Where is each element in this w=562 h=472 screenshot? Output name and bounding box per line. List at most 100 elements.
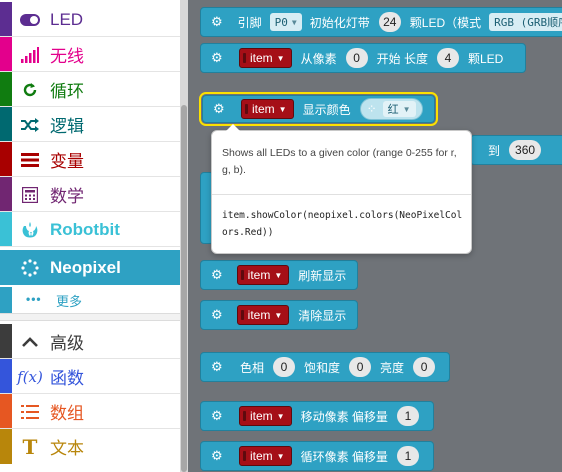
- chevron-down-icon: ▼: [276, 451, 285, 461]
- category-color-bar: [0, 250, 12, 285]
- block-text: 显示颜色: [302, 102, 351, 117]
- toolbox-scrollbar-thumb[interactable]: [181, 105, 187, 472]
- category-advanced[interactable]: 高级: [0, 324, 180, 359]
- neopixel-icon: ⚙: [211, 14, 223, 29]
- category-neopixel-more[interactable]: ••• 更多: [0, 287, 180, 313]
- variable-item-dropdown[interactable]: item ▼: [239, 48, 292, 68]
- block-text: 色相: [240, 360, 265, 375]
- function-icon: f(x): [17, 367, 43, 386]
- block-text: 从像素: [300, 51, 337, 66]
- category-label: Neopixel: [50, 257, 121, 277]
- category-color-bar: [0, 107, 12, 142]
- rebel-icon: [18, 218, 42, 242]
- category-label: 循环: [50, 82, 84, 101]
- category-robotbit[interactable]: Robotbit: [0, 212, 180, 247]
- variable-item-dropdown[interactable]: item ▼: [239, 446, 292, 466]
- category-radio[interactable]: 无线: [0, 37, 180, 72]
- variable-item-dropdown[interactable]: item ▼: [239, 406, 292, 426]
- block-text: 亮度: [380, 360, 405, 375]
- category-functions[interactable]: f(x) 函数: [0, 359, 180, 394]
- toolbox-divider: [0, 313, 180, 321]
- length-input[interactable]: 4: [428, 48, 459, 68]
- chevron-down-icon: ▼: [274, 270, 283, 280]
- block-text: 初始化灯带: [309, 15, 370, 30]
- tooltip-arrow: [226, 124, 240, 131]
- neopixel-icon: ⚙: [211, 50, 223, 65]
- block-show[interactable]: ⚙ item ▼ 刷新显示: [200, 260, 358, 290]
- block-hsl[interactable]: ⚙ 色相 0 饱和度 0 亮度 0: [200, 352, 450, 382]
- category-color-bar: [0, 287, 12, 313]
- variable-name: item: [247, 268, 271, 282]
- category-label: 无线: [50, 47, 84, 66]
- block-text: 循环像素 偏移量: [300, 449, 388, 464]
- category-logic[interactable]: 逻辑: [0, 107, 180, 142]
- dots-icon: •••: [26, 292, 42, 306]
- category-color-bar: [0, 72, 12, 107]
- offset-input[interactable]: 1: [388, 446, 419, 466]
- ordered-list-icon: [18, 400, 42, 424]
- variable-item-dropdown[interactable]: item ▼: [236, 265, 290, 285]
- neopixel-icon: ⚙: [211, 307, 223, 322]
- variable-name: item: [250, 449, 273, 463]
- text-t-icon: T: [22, 434, 38, 459]
- category-loops[interactable]: 循环: [0, 72, 180, 107]
- calculator-icon: [18, 183, 42, 207]
- category-math[interactable]: 数学: [0, 177, 180, 212]
- category-label: 逻辑: [50, 117, 84, 136]
- refresh-icon: [18, 78, 42, 102]
- color-value: 红: [387, 104, 399, 116]
- dotted-circle-icon: [18, 256, 42, 280]
- variable-item-dropdown[interactable]: item ▼: [241, 99, 294, 119]
- block-clear[interactable]: ⚙ item ▼ 清除显示: [200, 300, 358, 330]
- block-neopixel-create[interactable]: ⚙ 引脚 P0 ▼ 初始化灯带 24 颗LED（模式 RGB (GRB顺序: [200, 7, 562, 37]
- divider: [212, 194, 471, 195]
- neopixel-icon: ⚙: [211, 448, 223, 463]
- block-rotate[interactable]: ⚙ item ▼ 循环像素 偏移量 1: [200, 441, 434, 471]
- block-show-color[interactable]: ⚙ item ▼ 显示颜色 ⁘ 红 ▼: [199, 92, 438, 126]
- neopixel-icon: ⚙: [211, 267, 223, 282]
- block-text: 饱和度: [304, 360, 341, 375]
- category-label: 数组: [50, 404, 84, 423]
- category-neopixel[interactable]: Neopixel: [0, 250, 180, 285]
- category-arrays[interactable]: 数组: [0, 394, 180, 429]
- signal-bars-icon: [18, 43, 42, 67]
- mode-value: RGB (GRB顺序: [494, 16, 562, 29]
- color-dropdown[interactable]: 红 ▼: [382, 101, 416, 117]
- variable-item-dropdown[interactable]: item ▼: [236, 305, 290, 325]
- chevron-up-icon: [18, 330, 42, 354]
- block-rainbow[interactable]: 到 360: [470, 135, 562, 165]
- list-lines-icon: [18, 148, 42, 172]
- category-label: 高级: [50, 334, 84, 353]
- offset-input[interactable]: 1: [388, 406, 419, 426]
- chevron-down-icon: ▼: [274, 310, 283, 320]
- dotted-circle-icon: ⁘: [366, 102, 377, 116]
- chevron-down-icon: ▼: [278, 104, 287, 114]
- category-color-bar: [0, 429, 12, 464]
- neopixel-icon: ⚙: [211, 359, 223, 374]
- category-label: 变量: [50, 152, 84, 171]
- block-shift[interactable]: ⚙ item ▼ 移动像素 偏移量 1: [200, 401, 434, 431]
- mode-dropdown[interactable]: RGB (GRB顺序: [489, 13, 562, 31]
- luminance-input[interactable]: 0: [405, 357, 436, 377]
- category-led[interactable]: LED: [0, 2, 180, 37]
- hue-input[interactable]: 0: [265, 357, 296, 377]
- variable-name: item: [250, 409, 273, 423]
- toolbox: LED 无线 循环 逻辑 变量 数学 Robotbit Neopixel •••…: [0, 0, 180, 472]
- chevron-down-icon: ▼: [276, 411, 285, 421]
- hue-end-input[interactable]: 360: [501, 140, 542, 160]
- saturation-input[interactable]: 0: [341, 357, 372, 377]
- category-text[interactable]: T 文本: [0, 429, 180, 464]
- block-neopixel-range[interactable]: ⚙ item ▼ 从像素 0 开始 长度 4 颗LED: [200, 43, 526, 73]
- category-color-bar: [0, 324, 12, 359]
- block-text: 引脚: [237, 15, 262, 30]
- start-input[interactable]: 0: [337, 48, 368, 68]
- block-text: 刷新显示: [298, 268, 347, 283]
- category-label: 数学: [50, 187, 84, 206]
- pin-dropdown[interactable]: P0 ▼: [269, 13, 302, 31]
- category-variables[interactable]: 变量: [0, 142, 180, 177]
- block-text: 开始 长度: [376, 51, 428, 66]
- chevron-down-icon: ▼: [291, 17, 297, 27]
- led-count-input[interactable]: 24: [370, 12, 401, 32]
- variable-name: item: [250, 51, 273, 65]
- color-reporter[interactable]: ⁘ 红 ▼: [359, 98, 423, 120]
